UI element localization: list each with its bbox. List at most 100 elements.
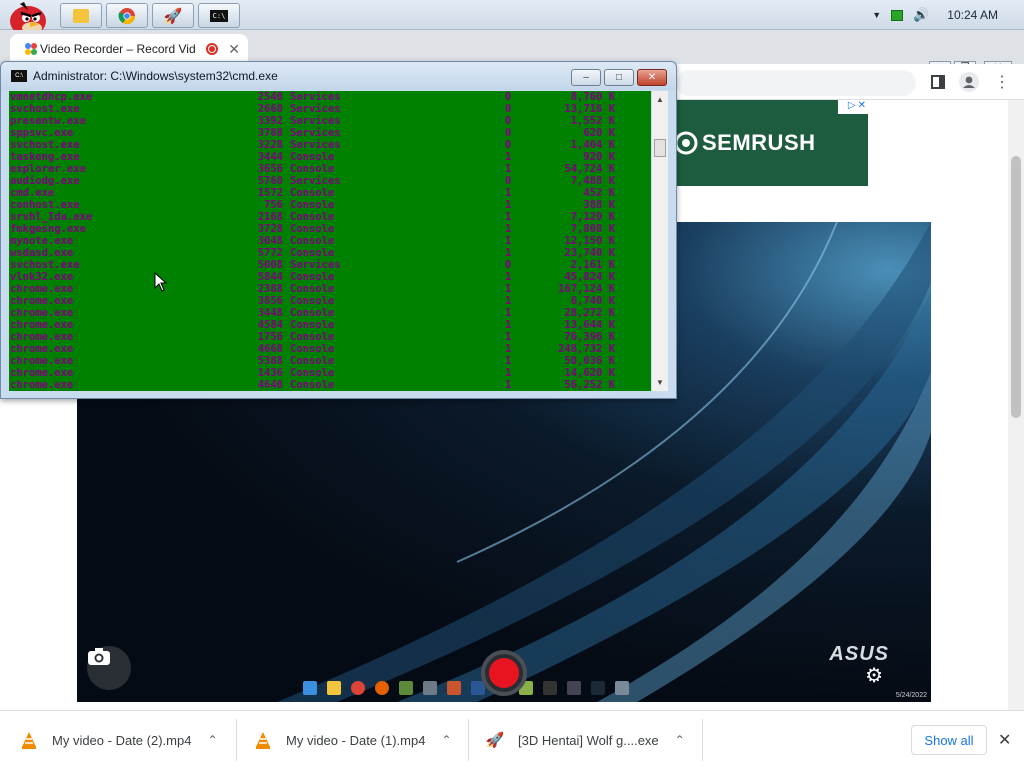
show-all-downloads-button[interactable]: Show all	[911, 725, 987, 755]
page-scrollbar[interactable]	[1008, 100, 1024, 710]
process-name: conhost.exe	[10, 199, 80, 211]
settings-gear-icon[interactable]: ⚙	[865, 663, 883, 688]
minecraft-icon	[399, 681, 413, 695]
process-session-number: 1	[505, 283, 512, 295]
page-scrollbar-thumb[interactable]	[1011, 156, 1021, 418]
process-name: vmnetdhcp.exe	[10, 91, 93, 103]
process-session-number: 0	[505, 103, 512, 115]
download-bar: My video - Date (2).mp4 ⌃ My video - Dat…	[0, 710, 1024, 768]
process-row: chrome.exe 4668 Console 1 248,732 K	[9, 343, 651, 355]
divider	[468, 719, 469, 761]
download-options-chevron-icon[interactable]: ⌃	[207, 733, 217, 747]
rocket-icon: 🚀	[163, 7, 183, 25]
process-name: vlnk32.exe	[10, 271, 74, 283]
process-pid: 3656	[257, 163, 283, 175]
process-pid: 3856	[257, 295, 283, 307]
process-session: Console	[290, 355, 335, 367]
download-filename: [3D Hentai] Wolf g....exe	[518, 732, 659, 748]
download-options-chevron-icon[interactable]: ⌃	[675, 733, 685, 747]
scroll-down-arrow-icon[interactable]: ▼	[656, 378, 664, 387]
tray-expand-icon[interactable]: ▼	[872, 10, 881, 20]
process-pid: 3448	[257, 307, 283, 319]
download-item[interactable]: My video - Date (2).mp4 ⌃	[20, 711, 218, 768]
process-session-number: 1	[505, 379, 512, 391]
side-panel-icon[interactable]	[928, 72, 948, 92]
browser-menu-icon[interactable]: ⋮	[992, 72, 1012, 92]
file-explorer-taskbar-button[interactable]	[60, 3, 102, 28]
process-pid: 5760	[257, 175, 283, 187]
process-memory: 7,120 K	[570, 211, 615, 223]
cmd-maximize-button[interactable]: □	[604, 69, 634, 86]
process-memory: 7,488 K	[570, 175, 615, 187]
screenshot-camera-button[interactable]	[87, 646, 131, 690]
rocket-taskbar-button[interactable]: 🚀	[152, 3, 194, 28]
advertisement-banner[interactable]: SEMRUSH ▷ ✕	[674, 100, 868, 186]
process-name: audiodg.exe	[10, 175, 80, 187]
cmd-window[interactable]: C:\ Administrator: C:\Windows\system32\c…	[0, 61, 677, 399]
terminal-icon	[543, 681, 557, 695]
video-taskbar-icons	[303, 678, 629, 698]
process-row: chrome.exe 1756 Console 1 76,396 K	[9, 331, 651, 343]
process-row: svchost.exe 2660 Services 0 13,716 K	[9, 103, 651, 115]
download-options-chevron-icon[interactable]: ⌃	[441, 733, 451, 747]
process-pid: 3392	[257, 115, 283, 127]
process-session: Console	[290, 235, 335, 247]
process-memory: 6,740 K	[570, 295, 615, 307]
process-session-number: 0	[505, 115, 512, 127]
windows-start-icon	[303, 681, 317, 695]
cmd-close-button[interactable]: ✕	[637, 69, 667, 86]
process-session: Services	[290, 175, 341, 187]
process-name: cmd.exe	[10, 187, 55, 199]
download-item[interactable]: 🚀 [3D Hentai] Wolf g....exe ⌃	[486, 711, 685, 768]
close-download-bar-icon[interactable]: ✕	[998, 730, 1011, 750]
process-row: chrome.exe 5388 Console 1 50,036 K	[9, 355, 651, 367]
process-memory: 56,252 K	[564, 379, 615, 391]
volume-icon[interactable]: 🔊	[913, 7, 929, 23]
ad-info-icon[interactable]: ▷	[848, 100, 856, 114]
process-memory: 1,552 K	[570, 115, 615, 127]
process-memory: 54,724 K	[564, 163, 615, 175]
process-name: chrome.exe	[10, 355, 74, 367]
process-pid: 5844	[257, 271, 283, 283]
ad-choices[interactable]: ▷ ✕	[838, 100, 868, 114]
process-session-number: 0	[505, 139, 512, 151]
process-session: Console	[290, 247, 335, 259]
cmd-scrollbar-thumb[interactable]	[654, 139, 666, 157]
process-session-number: 1	[505, 163, 512, 175]
profile-avatar-icon[interactable]	[959, 72, 979, 92]
process-memory: 13,644 K	[564, 319, 615, 331]
process-memory: 920 K	[583, 151, 615, 163]
process-pid: 2540	[257, 91, 283, 103]
process-name: chrome.exe	[10, 367, 74, 379]
clock[interactable]: 10:24 AM	[947, 8, 998, 22]
chrome-taskbar-button[interactable]	[106, 3, 148, 28]
process-session: Console	[290, 283, 335, 295]
cmd-scrollbar[interactable]: ▲ ▼	[652, 91, 668, 391]
ad-close-icon[interactable]: ✕	[858, 100, 866, 114]
process-name: svchost.exe	[10, 103, 80, 115]
process-row: taskeng.exe 3444 Console 1 920 K	[9, 151, 651, 163]
process-name: chrome.exe	[10, 379, 74, 391]
process-memory: 76,396 K	[564, 331, 615, 343]
address-bar[interactable]	[676, 70, 916, 96]
browser-tab-strip: Video Recorder – Record Vid ✕ + ⌄ – ❐ ✕	[0, 30, 1024, 86]
tab-close-icon[interactable]: ✕	[228, 41, 240, 58]
process-session-number: 1	[505, 199, 512, 211]
record-button[interactable]	[481, 650, 527, 696]
network-icon[interactable]	[891, 9, 904, 21]
download-item[interactable]: My video - Date (1).mp4 ⌃	[254, 711, 452, 768]
cmd-taskbar-button[interactable]: C:\	[198, 3, 240, 28]
process-row: chrome.exe 1436 Console 1 14,620 K	[9, 367, 651, 379]
cmd-minimize-button[interactable]: –	[571, 69, 601, 86]
process-session-number: 1	[505, 247, 512, 259]
cmd-console-output[interactable]: vmnetdhcp.exe 2540 Services 0 8,760 Ksvchost…	[9, 91, 651, 391]
process-pid: 3228	[257, 139, 283, 151]
tab-video-recorder[interactable]: Video Recorder – Record Vid ✕	[10, 34, 248, 64]
process-session-number: 1	[505, 295, 512, 307]
process-session: Console	[290, 331, 335, 343]
process-name: presentw.exe	[10, 115, 86, 127]
process-session: Services	[290, 259, 341, 271]
scroll-up-arrow-icon[interactable]: ▲	[656, 95, 664, 104]
rocket-icon: 🚀	[485, 732, 505, 749]
process-memory: 8,760 K	[570, 91, 615, 103]
